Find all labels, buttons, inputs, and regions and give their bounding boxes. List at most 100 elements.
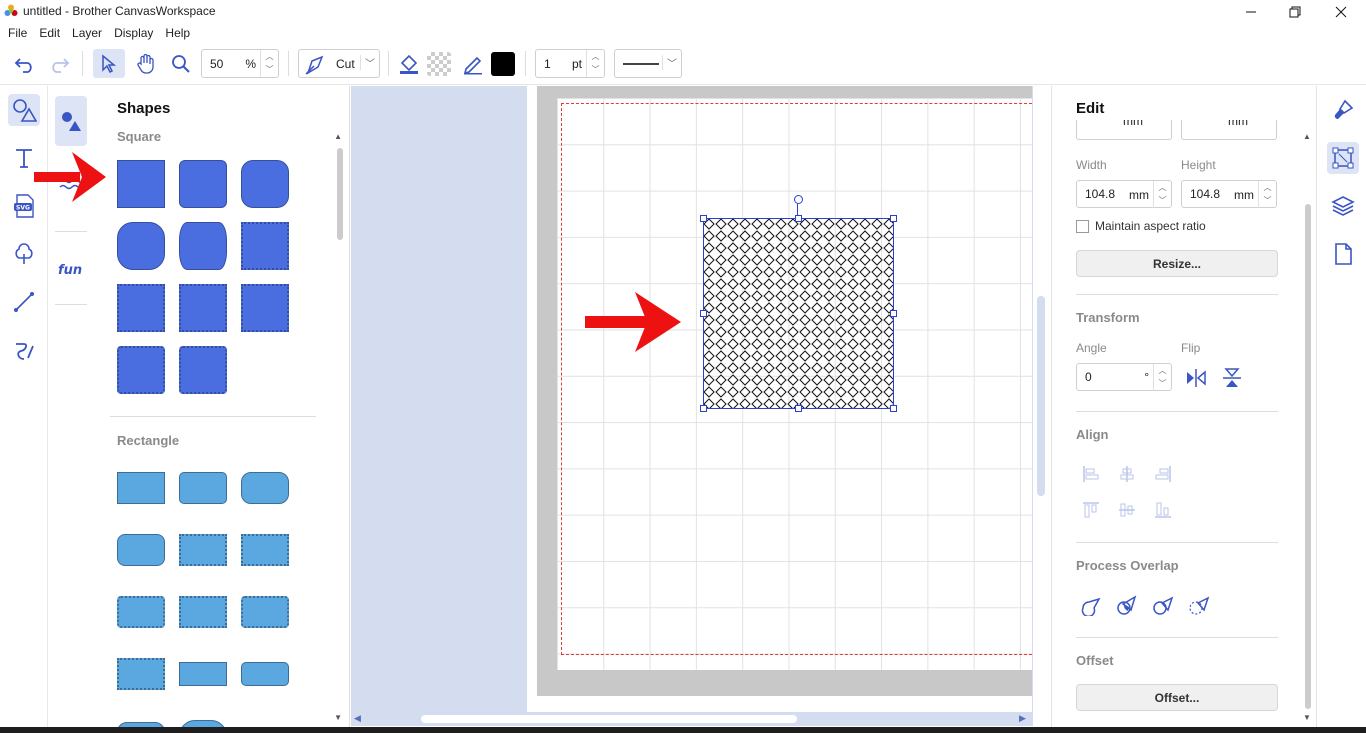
menu-edit[interactable]: Edit [39,23,60,43]
resize-handle-ne[interactable] [890,215,897,222]
canvas-horizontal-scrollbar[interactable]: ◀ ▶ [351,712,1033,726]
resize-handle-w[interactable] [700,310,707,317]
resize-handle-s[interactable] [795,405,802,412]
scroll-right-icon[interactable]: ▶ [1019,713,1026,724]
rotate-handle[interactable] [794,195,803,204]
shapes-tool[interactable] [8,94,40,126]
category-fun[interactable]: fun [55,244,87,294]
menu-help[interactable]: Help [165,23,190,43]
rectangle-shape-8[interactable] [179,596,227,628]
exclude-button[interactable] [1186,592,1212,618]
chevron-up-icon[interactable]: ︿ [1154,364,1171,377]
line-width-input[interactable]: 1 pt ︿ ﹀ [535,49,605,78]
restore-button[interactable] [1272,0,1318,23]
rectangle-shape-5[interactable] [179,534,227,566]
square-shape-11[interactable] [179,346,227,394]
square-shape-6[interactable] [241,222,289,270]
offset-button[interactable]: Offset... [1076,684,1278,711]
line-width-stepper[interactable]: ︿ ﹀ [586,50,604,77]
line-style-dropdown[interactable]: ﹀ [614,49,682,78]
angle-input[interactable]: 0 ° ︿ ﹀ [1076,363,1172,391]
rectangle-shape-10[interactable] [117,658,165,690]
square-shape-3[interactable] [241,160,289,208]
undo-button[interactable] [10,49,40,78]
flip-horizontal-button[interactable] [1183,365,1209,391]
resize-handle-nw[interactable] [700,215,707,222]
resize-button[interactable]: Resize... [1076,250,1278,277]
menu-display[interactable]: Display [114,23,153,43]
close-button[interactable] [1318,0,1364,23]
align-right-button[interactable] [1150,461,1176,487]
resize-handle-e[interactable] [890,310,897,317]
stroke-color-swatch[interactable] [490,49,516,78]
menu-file[interactable]: File [8,23,27,43]
chevron-down-icon[interactable]: ﹀ [1154,377,1171,390]
rectangle-shape-1[interactable] [117,472,165,504]
fill-color-button[interactable] [396,49,422,78]
chevron-down-icon[interactable]: ﹀ [1259,194,1276,207]
chevron-up-icon[interactable]: ︿ [587,50,604,63]
freehand-tool[interactable] [8,334,40,366]
line-tool[interactable] [8,286,40,318]
scroll-up-icon[interactable]: ▲ [1303,132,1311,141]
zoom-input[interactable]: 50 % ︿ ﹀ [201,49,279,78]
chevron-up-icon[interactable]: ︿ [1154,181,1171,194]
position-y-field[interactable]: mm [1181,120,1277,140]
rectangle-shape-6[interactable] [241,534,289,566]
square-shape-5[interactable] [179,222,227,270]
chevron-up-icon[interactable]: ︿ [1259,181,1276,194]
zoom-stepper[interactable]: ︿ ﹀ [260,50,278,77]
menu-layer[interactable]: Layer [72,23,102,43]
scroll-left-icon[interactable]: ◀ [354,713,361,724]
square-shape-2[interactable] [179,160,227,208]
shapes-scrollbar[interactable] [337,148,343,240]
resize-handle-se[interactable] [890,405,897,412]
rectangle-shape-4[interactable] [117,534,165,566]
flip-vertical-button[interactable] [1219,365,1245,391]
scroll-down-icon[interactable]: ▼ [334,713,342,722]
document-tool[interactable] [1327,238,1359,270]
angle-stepper[interactable]: ︿ ﹀ [1153,364,1171,391]
square-shape-7[interactable] [117,284,165,332]
trace-tool[interactable] [8,238,40,270]
weld-button[interactable] [1078,592,1104,618]
square-shape-10[interactable] [117,346,165,394]
rectangle-shape-9[interactable] [241,596,289,628]
width-stepper[interactable]: ︿ ﹀ [1153,181,1171,208]
align-left-button[interactable] [1078,461,1104,487]
height-stepper[interactable]: ︿ ﹀ [1258,181,1276,208]
minimize-button[interactable] [1228,0,1274,23]
fill-color-swatch[interactable] [426,49,452,78]
layers-tool[interactable] [1327,190,1359,222]
category-basic-shapes[interactable] [55,96,87,146]
scroll-up-icon[interactable]: ▲ [334,132,342,141]
resize-handle-n[interactable] [795,215,802,222]
scroll-down-icon[interactable]: ▼ [1303,713,1311,722]
height-input[interactable]: 104.8 mm ︿ ﹀ [1181,180,1277,208]
square-shape-4[interactable] [117,222,165,270]
maintain-aspect-checkbox[interactable] [1076,220,1089,233]
align-middle-button[interactable] [1114,497,1140,523]
square-shape-9[interactable] [241,284,289,332]
position-x-field[interactable]: mm [1076,120,1172,140]
redo-button[interactable] [44,49,74,78]
align-bottom-button[interactable] [1150,497,1176,523]
edit-tool[interactable] [1327,142,1359,174]
align-top-button[interactable] [1078,497,1104,523]
chevron-down-icon[interactable]: ﹀ [1154,194,1171,207]
chevron-up-icon[interactable]: ︿ [261,50,278,63]
align-center-button[interactable] [1114,461,1140,487]
rectangle-shape-2[interactable] [179,472,227,504]
rectangle-shape-3[interactable] [241,472,289,504]
chevron-down-icon[interactable]: ﹀ [261,63,278,76]
rectangle-shape-12[interactable] [241,662,289,686]
width-input[interactable]: 104.8 mm ︿ ﹀ [1076,180,1172,208]
rectangle-shape-11[interactable] [179,662,227,686]
select-tool-button[interactable] [93,49,125,78]
edit-panel-scrollbar[interactable] [1305,204,1311,709]
paint-tool[interactable] [1327,94,1359,126]
chevron-down-icon[interactable]: ﹀ [587,63,604,76]
subtract-button[interactable] [1150,592,1176,618]
square-shape-8[interactable] [179,284,227,332]
square-shape-1[interactable] [117,160,165,208]
